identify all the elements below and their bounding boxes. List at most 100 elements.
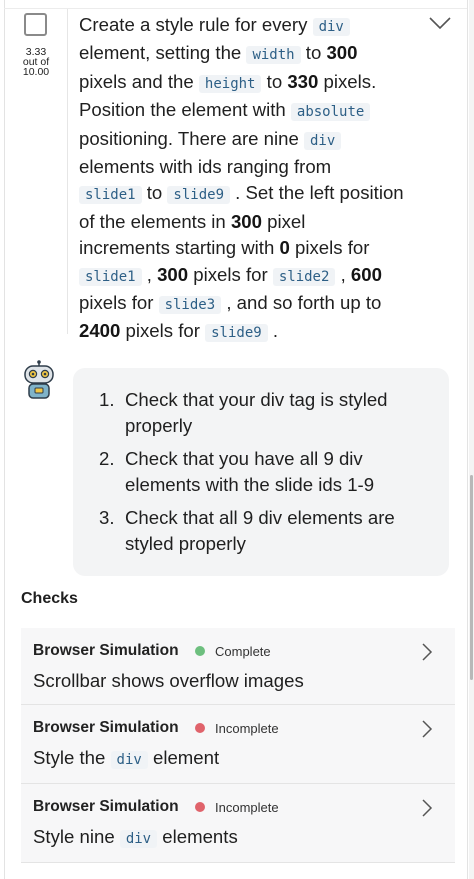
code-token: absolute	[290, 103, 371, 122]
check-description-text: Scrollbar shows overflow images	[33, 670, 304, 691]
chevron-right-icon[interactable]	[421, 719, 433, 739]
check-description-text: Style nine	[33, 826, 120, 847]
check-card-style-nine-divs[interactable]: Browser Simulation Incomplete Style nine…	[21, 784, 455, 863]
chevron-right-icon[interactable]	[421, 798, 433, 818]
instruction-text: positioning. There are nine	[79, 127, 304, 149]
code-token: height	[198, 74, 262, 93]
instruction-text: pixels for	[188, 263, 273, 285]
score-total: 10.00	[22, 66, 50, 78]
check-status: Complete	[215, 644, 271, 659]
check-description: Scrollbar shows overflow images	[33, 670, 304, 692]
instruction-line: positioning. There are nine div	[79, 126, 429, 154]
check-card-scrollbar[interactable]: Browser Simulation Complete Scrollbar sh…	[21, 628, 455, 705]
instruction-text: ,	[141, 263, 158, 285]
scrollbar-thumb[interactable]	[470, 475, 473, 680]
hint-text: Check that you have all 9 div elements w…	[125, 448, 375, 495]
check-description-text: element	[147, 747, 220, 768]
instruction-line: Position the element with absolute	[79, 97, 429, 125]
check-status: Incomplete	[215, 800, 279, 815]
emphasis-value: 300	[230, 210, 262, 232]
instruction-line: Create a style rule for every div	[79, 12, 429, 40]
instruction-line: slide1 , 300 pixels for slide2 , 600	[79, 262, 429, 290]
instruction-line: 2400 pixels for slide9 .	[79, 318, 429, 346]
hint-number: 2.	[99, 448, 115, 469]
instruction-text: pixels.	[318, 70, 377, 92]
emphasis-value: 2400	[79, 320, 121, 342]
hint-list: 1. Check that your div tag is styled prop…	[99, 387, 419, 564]
code-token: slide1	[79, 186, 142, 205]
emphasis-value: 600	[350, 263, 382, 285]
emphasis-value: 300	[157, 263, 189, 285]
chevron-right-icon[interactable]	[421, 642, 433, 662]
instruction-text: Create a style rule for every	[79, 14, 313, 35]
check-description: Style nine div elements	[33, 826, 238, 848]
hint-number: 3.	[99, 507, 115, 528]
instruction-text: of the elements in	[79, 210, 231, 232]
task-divider	[67, 9, 68, 334]
emphasis-value: 330	[287, 70, 319, 92]
instruction-text: pixels for	[79, 292, 159, 314]
instruction-line: of the elements in 300 pixel	[79, 209, 429, 235]
task-score: 3.33 out of 10.00	[14, 47, 58, 78]
check-description: Style the div element	[33, 747, 219, 769]
check-code: div	[119, 830, 158, 848]
instruction-text: , and so forth up to	[221, 292, 382, 314]
check-type: Browser Simulation	[33, 798, 179, 815]
instruction-line: elements with ids ranging from	[79, 154, 429, 180]
instruction-line: element, setting the width to 300	[79, 40, 429, 68]
instruction-text: .	[267, 320, 279, 342]
emphasis-value: 300	[326, 42, 358, 64]
instruction-text: pixels for	[120, 320, 206, 342]
code-token: width	[246, 46, 301, 65]
hint-item: 3. Check that all 9 div elements are styl…	[99, 505, 419, 556]
top-divider	[4, 8, 467, 9]
instruction-text: element, setting the	[79, 42, 247, 64]
chevron-down-icon[interactable]	[428, 16, 452, 30]
check-status: Incomplete	[215, 721, 279, 736]
instruction-text: Position the element with	[79, 99, 291, 121]
check-card-style-div[interactable]: Browser Simulation Incomplete Style the …	[21, 705, 455, 784]
robot-icon	[24, 360, 54, 399]
instruction-text: pixel	[261, 210, 306, 232]
task-checkbox[interactable]	[24, 13, 47, 36]
check-description-text: elements	[157, 826, 238, 847]
instruction-line: pixels and the height to 330 pixels.	[79, 69, 429, 97]
check-type: Browser Simulation	[33, 642, 179, 659]
hint-text: Check that all 9 div elements are styled…	[125, 507, 395, 554]
code-token: div	[312, 18, 350, 36]
panel-border-left	[4, 0, 5, 879]
check-code: div	[110, 751, 148, 769]
status-dot	[195, 646, 205, 656]
code-token: slide9	[205, 324, 268, 343]
instruction-text: increments starting with	[79, 237, 280, 259]
code-token: div	[304, 131, 342, 150]
instruction-line: pixels for slide3 , and so forth up to	[79, 290, 429, 318]
instruction-text: ,	[335, 263, 351, 285]
code-token: slide1	[79, 267, 142, 286]
instruction-text: to	[141, 182, 168, 204]
hint-number: 1.	[99, 389, 115, 410]
instruction-text: elements with ids ranging from	[79, 156, 332, 178]
status-dot	[195, 802, 205, 812]
code-token: slide2	[272, 267, 336, 286]
code-token: slide3	[158, 296, 222, 315]
instruction-line: increments starting with 0 pixels for	[79, 235, 429, 261]
hint-item: 1. Check that your div tag is styled prop…	[99, 387, 419, 438]
instruction-text: to	[261, 70, 288, 92]
instruction-text: pixels and the	[79, 70, 199, 92]
check-type: Browser Simulation	[33, 719, 179, 736]
scrollbar-track[interactable]	[469, 0, 474, 879]
emphasis-value: 0	[279, 237, 290, 259]
instruction-line: slide1 to slide9 . Set the left position	[79, 180, 429, 208]
status-dot	[195, 723, 205, 733]
panel-border-right	[467, 0, 468, 879]
instruction-text: pixels for	[289, 237, 370, 259]
checks-title: Checks	[21, 590, 78, 607]
hint-text: Check that your div tag is styled proper…	[125, 389, 388, 436]
instruction-text: . Set the left position	[230, 182, 404, 204]
task-instructions: Create a style rule for every div element…	[79, 12, 429, 347]
check-description-text: Style the	[33, 747, 111, 768]
code-token: slide9	[167, 186, 230, 205]
instruction-text: to	[300, 42, 327, 64]
hint-item: 2. Check that you have all 9 div elements…	[99, 446, 419, 497]
